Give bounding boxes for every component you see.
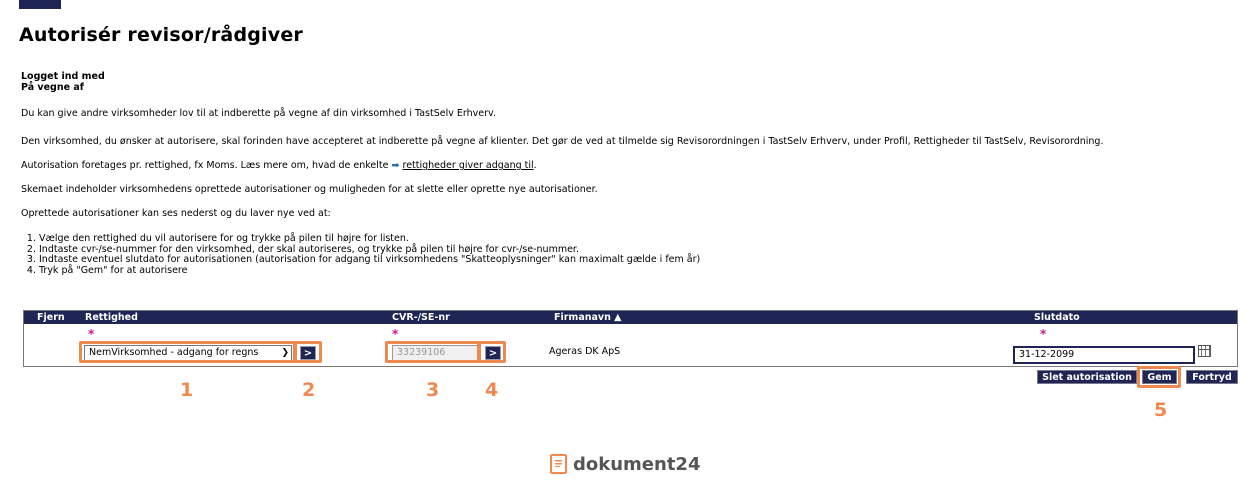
brand-name: dokument24 [573,454,701,475]
intro-paragraph-1: Du kan give andre virksomheder lov til a… [21,108,496,119]
watermark: dokument24 [550,454,700,475]
calendar-icon[interactable] [1198,345,1211,357]
cancel-button[interactable]: Fortryd [1186,370,1238,384]
intro-paragraph-5: Oprettede autorisationer kan ses nederst… [21,208,331,219]
intro-paragraph-3: Autorisation foretages pr. rettighed, fx… [21,160,537,171]
step-item: Indtaste eventuel slutdato for autorisat… [39,254,700,266]
highlight-box [1137,366,1181,388]
slutdato-input[interactable]: 31-12-2099 [1013,346,1195,364]
rights-link[interactable]: rettigheder giver adgang til [403,160,534,171]
header-cvr[interactable]: CVR-/SE-nr [392,311,450,324]
required-mark: * [392,327,399,341]
callout-number: 5 [1154,399,1168,421]
intro-paragraph-2: Den virksomhed, du ønsker at autorisere,… [21,136,1104,147]
header-firmanavn[interactable]: Firmanavn ▲ [554,311,621,324]
highlight-box [79,341,296,363]
delete-authorization-button[interactable]: Slet autorisation [1037,370,1137,384]
callout-number: 2 [302,379,316,401]
callout-number: 3 [426,379,440,401]
intro-paragraph-3-text: Autorisation foretages pr. rettighed, fx… [21,160,389,171]
page-title: Autorisér revisor/rådgiver [19,24,304,46]
arrow-right-icon: ➡ [391,160,400,171]
intro-paragraph-3-end: . [533,160,537,171]
header-rettighed[interactable]: Rettighed [85,311,138,324]
callout-number: 4 [485,379,499,401]
intro-paragraph-4: Skemaet indeholder virksomhedens oprette… [21,184,598,195]
highlight-box [294,341,322,363]
required-mark: * [1040,327,1047,341]
document-icon [550,454,567,474]
login-line: Logget ind med [21,71,105,82]
firmanavn-value: Ageras DK ApS [549,346,621,357]
grid-header: Fjern Rettighed CVR-/SE-nr Firmanavn ▲ S… [24,311,1237,324]
highlight-box [385,341,480,363]
header-fjern[interactable]: Fjern [37,311,65,324]
callout-number: 1 [180,379,194,401]
on-behalf-line: På vegne af [21,82,84,93]
step-item: Vælge den rettighed du vil autorisere fo… [39,233,700,245]
header-slutdato[interactable]: Slutdato [1034,311,1080,324]
highlight-box [478,341,506,363]
top-bar-block [19,0,61,9]
required-mark: * [88,327,95,341]
login-info: Logget ind med På vegne af [21,71,105,93]
steps-list: Vælge den rettighed du vil autorisere fo… [21,233,700,277]
step-item: Tryk på "Gem" for at autorisere [39,265,700,277]
